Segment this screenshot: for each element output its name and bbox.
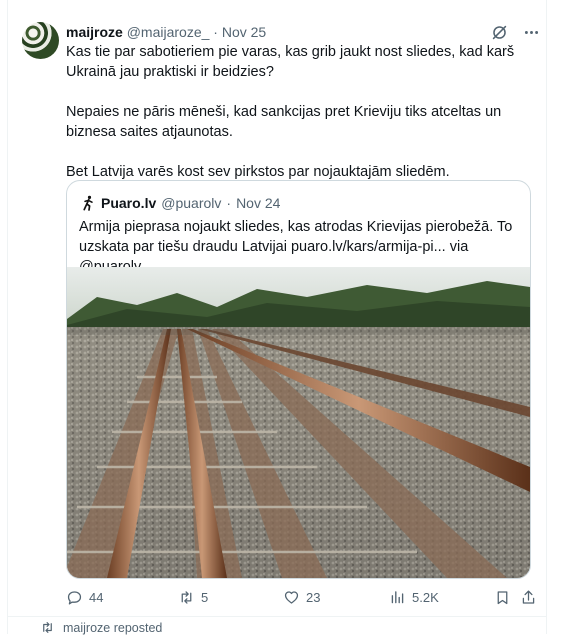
tweet[interactable]: maijroze @maijaroze_ · Nov 25 Kas tie pa… <box>8 8 546 616</box>
bookmark-icon <box>497 590 508 604</box>
repost-indicator[interactable]: maijroze reposted <box>40 620 162 635</box>
repost-label: maijroze reposted <box>63 620 163 635</box>
like-button[interactable]: 23 <box>283 586 320 608</box>
reply-button[interactable]: 44 <box>66 586 103 608</box>
quoted-date[interactable]: Nov 24 <box>236 193 280 213</box>
repost-count: 5 <box>201 589 209 605</box>
tweet-actions: 44 5 23 5.2K <box>66 586 536 608</box>
views-count: 5.2K <box>412 589 439 605</box>
avatar[interactable] <box>22 22 59 59</box>
views-button[interactable]: 5.2K <box>389 586 439 608</box>
quoted-author-name[interactable]: Puaro.lv <box>101 193 156 213</box>
more-icon[interactable] <box>522 23 540 41</box>
quoted-tweet[interactable]: Puaro.lv @puarolv · Nov 24 Armija piepra… <box>66 180 531 579</box>
quoted-tweet-image[interactable] <box>67 267 530 578</box>
quoted-author-handle[interactable]: @puarolv <box>161 193 221 213</box>
bookmark-button[interactable] <box>494 586 511 608</box>
reply-icon <box>67 590 82 605</box>
repost-icon <box>43 622 52 633</box>
tweet-paragraph: Nepaies ne pāris mēneši, kad sankcijas p… <box>66 104 502 140</box>
header-actions <box>490 22 540 42</box>
views-icon <box>391 590 404 603</box>
tweet-paragraph: Kas tie par sabotieriem pie varas, kas g… <box>66 44 515 80</box>
tweet-paragraph: Bet Latvija varēs kost sev pirkstos par … <box>66 164 450 180</box>
like-count: 23 <box>306 589 321 605</box>
share-button[interactable] <box>520 586 537 608</box>
header-separator: · <box>213 24 218 40</box>
running-man-icon <box>83 195 93 211</box>
repost-icon <box>181 590 192 604</box>
share-icon <box>522 589 535 604</box>
grok-icon[interactable] <box>490 23 508 41</box>
quoted-header-separator: · <box>226 195 232 211</box>
quoted-tweet-header: Puaro.lv @puarolv · Nov 24 <box>80 193 280 213</box>
like-icon <box>284 590 299 604</box>
post-divider <box>8 616 546 617</box>
author-handle[interactable]: @maijaroze_ <box>127 24 210 40</box>
tweet-date[interactable]: Nov 25 <box>222 24 266 40</box>
tweet-text: Kas tie par sabotieriem pie varas, kas g… <box>66 42 526 182</box>
repost-button[interactable]: 5 <box>178 586 208 608</box>
reply-count: 44 <box>89 589 104 605</box>
column-border-right <box>546 0 547 634</box>
tweet-header: maijroze @maijaroze_ · Nov 25 <box>66 22 536 42</box>
author-name[interactable]: maijroze <box>66 24 123 40</box>
